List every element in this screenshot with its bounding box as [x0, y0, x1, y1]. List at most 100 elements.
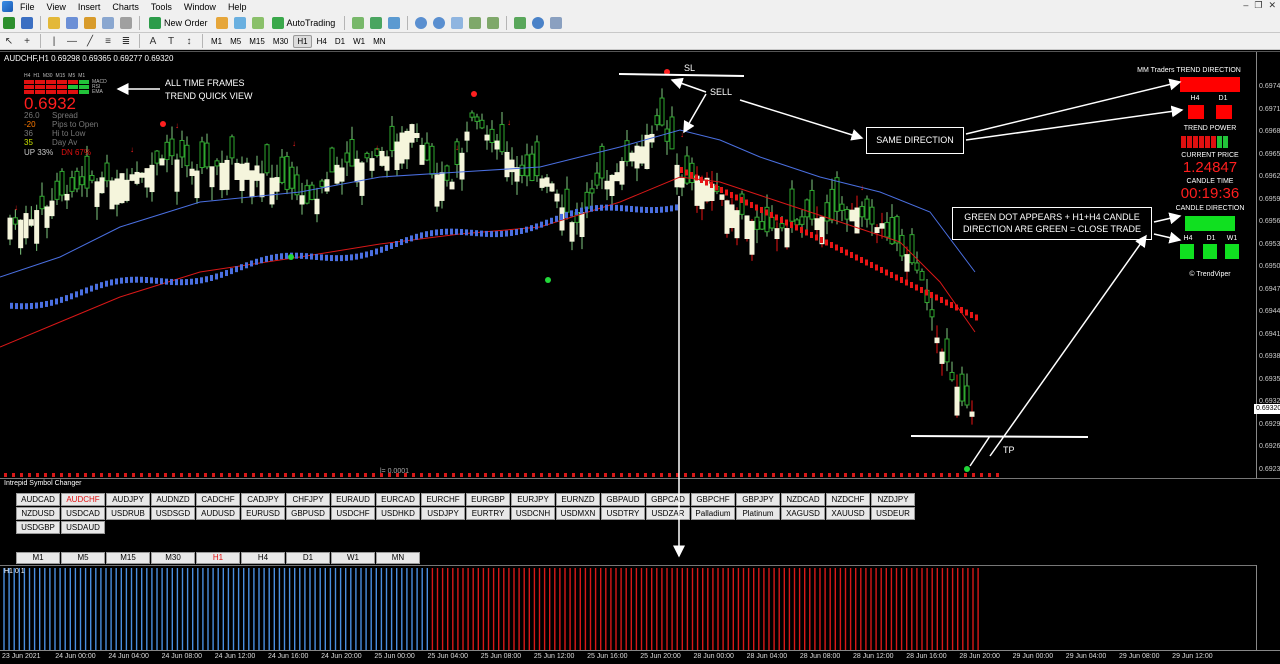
tf-h1-button[interactable]: H1 — [293, 34, 312, 48]
minimize-icon[interactable]: – — [1243, 0, 1248, 11]
bar-chart-button[interactable] — [350, 15, 366, 31]
new-chart-button[interactable] — [1, 15, 17, 31]
tf-m30-button[interactable]: M30 — [270, 35, 292, 48]
channel-icon[interactable]: ≡ — [100, 33, 116, 49]
price-chart[interactable]: ↓ ↓ ↓ ↓ ↓ ↓ ↓ ↓ ↓ AUDCHF,H1 0.69298 0.69365 0.69… — [0, 51, 1280, 479]
symbol-button-usdhkd[interactable]: USDHKD — [376, 507, 420, 520]
symbol-button-xauusd[interactable]: XAUUSD — [826, 507, 870, 520]
tf-mn-button[interactable]: MN — [370, 35, 388, 48]
symbol-button-eurnzd[interactable]: EURNZD — [556, 493, 600, 506]
symbol-button-audchf[interactable]: AUDCHF — [61, 493, 105, 506]
symbol-button-gbpaud[interactable]: GBPAUD — [601, 493, 645, 506]
symbol-button-xagusd[interactable]: XAGUSD — [781, 507, 825, 520]
line-chart-button[interactable] — [386, 15, 402, 31]
symbol-button-audnzd[interactable]: AUDNZD — [151, 493, 195, 506]
symbol-button-palladium[interactable]: Palladium — [691, 507, 735, 520]
tester-button[interactable] — [118, 15, 134, 31]
data-window-button[interactable] — [64, 15, 80, 31]
signals-button[interactable] — [232, 15, 248, 31]
symbol-button-nzdjpy[interactable]: NZDJPY — [871, 493, 915, 506]
symbol-button-cadchf[interactable]: CADCHF — [196, 493, 240, 506]
market-watch-button[interactable] — [46, 15, 62, 31]
periods-button[interactable] — [530, 15, 546, 31]
new-order-button[interactable]: New Order — [145, 15, 212, 31]
menu-charts[interactable]: Charts — [108, 2, 147, 12]
symbol-button-chfjpy[interactable]: CHFJPY — [286, 493, 330, 506]
symbol-tf-h1[interactable]: H1 — [196, 552, 240, 564]
symbol-tf-w1[interactable]: W1 — [331, 552, 375, 564]
close-icon[interactable]: ✕ — [1268, 0, 1276, 11]
terminal-button[interactable] — [100, 15, 116, 31]
symbol-button-nzdusd[interactable]: NZDUSD — [16, 507, 60, 520]
crosshair-icon[interactable]: + — [19, 33, 35, 49]
symbol-button-usdcad[interactable]: USDCAD — [61, 507, 105, 520]
menu-window[interactable]: Window — [180, 2, 224, 12]
symbol-tf-m15[interactable]: M15 — [106, 552, 150, 564]
symbol-button-usdjpy[interactable]: USDJPY — [421, 507, 465, 520]
symbol-tf-m30[interactable]: M30 — [151, 552, 195, 564]
symbol-button-usdzar[interactable]: USDZAR — [646, 507, 690, 520]
menu-view[interactable]: View — [43, 2, 74, 12]
symbol-button-usdrub[interactable]: USDRUB — [106, 507, 150, 520]
cursor-icon[interactable]: ↖ — [1, 33, 17, 49]
tf-m1-button[interactable]: M1 — [208, 35, 225, 48]
symbol-button-nzdcad[interactable]: NZDCAD — [781, 493, 825, 506]
menu-help[interactable]: Help — [224, 2, 255, 12]
zoom-out-button[interactable] — [431, 15, 447, 31]
symbol-button-eurcad[interactable]: EURCAD — [376, 493, 420, 506]
text-label-icon[interactable]: T — [163, 33, 179, 49]
tile-windows-button[interactable] — [449, 15, 465, 31]
navigator-button[interactable] — [82, 15, 98, 31]
symbol-button-usdgbp[interactable]: USDGBP — [16, 521, 60, 534]
symbol-button-nzdchf[interactable]: NZDCHF — [826, 493, 870, 506]
symbol-tf-m1[interactable]: M1 — [16, 552, 60, 564]
symbol-button-usdtry[interactable]: USDTRY — [601, 507, 645, 520]
vertical-line-icon[interactable]: | — [46, 33, 62, 49]
symbol-button-audusd[interactable]: AUDUSD — [196, 507, 240, 520]
symbol-button-eurusd[interactable]: EURUSD — [241, 507, 285, 520]
symbol-button-cadjpy[interactable]: CADJPY — [241, 493, 285, 506]
symbol-button-eurgbp[interactable]: EURGBP — [466, 493, 510, 506]
symbol-button-eurjpy[interactable]: EURJPY — [511, 493, 555, 506]
symbol-button-usdmxn[interactable]: USDMXN — [556, 507, 600, 520]
templates-button[interactable] — [548, 15, 564, 31]
candlestick-button[interactable] — [368, 15, 384, 31]
symbol-button-usdeur[interactable]: USDEUR — [871, 507, 915, 520]
profiles-button[interactable] — [19, 15, 35, 31]
market-button[interactable] — [250, 15, 266, 31]
symbol-button-audcad[interactable]: AUDCAD — [16, 493, 60, 506]
symbol-button-eurchf[interactable]: EURCHF — [421, 493, 465, 506]
symbol-button-platinum[interactable]: Platinum — [736, 507, 780, 520]
menu-file[interactable]: File — [16, 2, 43, 12]
symbol-button-usdaud[interactable]: USDAUD — [61, 521, 105, 534]
symbol-button-usdchf[interactable]: USDCHF — [331, 507, 375, 520]
menu-tools[interactable]: Tools — [147, 2, 180, 12]
symbol-button-gbpcad[interactable]: GBPCAD — [646, 493, 690, 506]
symbol-button-usdcnh[interactable]: USDCNH — [511, 507, 555, 520]
symbol-tf-mn[interactable]: MN — [376, 552, 420, 564]
symbol-tf-m5[interactable]: M5 — [61, 552, 105, 564]
symbol-button-usdsgd[interactable]: USDSGD — [151, 507, 195, 520]
symbol-button-audjpy[interactable]: AUDJPY — [106, 493, 150, 506]
price-axis[interactable]: 0.69745 0.69715 0.69685 0.69655 0.69625 0.695… — [1256, 52, 1280, 479]
tf-w1-button[interactable]: W1 — [350, 35, 368, 48]
horizontal-line-icon[interactable]: — — [64, 33, 80, 49]
restore-icon[interactable]: ❐ — [1254, 0, 1262, 11]
time-axis[interactable]: 23 Jun 2021 24 Jun 00:00 24 Jun 04:00 24 Ju… — [0, 650, 1280, 664]
trendline-icon[interactable]: ╱ — [82, 33, 98, 49]
symbol-button-gbpjpy[interactable]: GBPJPY — [736, 493, 780, 506]
chart-shift-button[interactable] — [485, 15, 501, 31]
tf-m15-button[interactable]: M15 — [246, 35, 268, 48]
zoom-in-button[interactable] — [413, 15, 429, 31]
autotrading-button[interactable]: AutoTrading — [268, 15, 340, 31]
text-icon[interactable]: A — [145, 33, 161, 49]
symbol-tf-h4[interactable]: H4 — [241, 552, 285, 564]
tf-d1-button[interactable]: D1 — [332, 35, 348, 48]
symbol-button-gbpusd[interactable]: GBPUSD — [286, 507, 330, 520]
metaeditor-button[interactable] — [214, 15, 230, 31]
arrows-icon[interactable]: ↕ — [181, 33, 197, 49]
symbol-button-euraud[interactable]: EURAUD — [331, 493, 375, 506]
menu-insert[interactable]: Insert — [74, 2, 109, 12]
symbol-button-eurtry[interactable]: EURTRY — [466, 507, 510, 520]
symbol-tf-d1[interactable]: D1 — [286, 552, 330, 564]
